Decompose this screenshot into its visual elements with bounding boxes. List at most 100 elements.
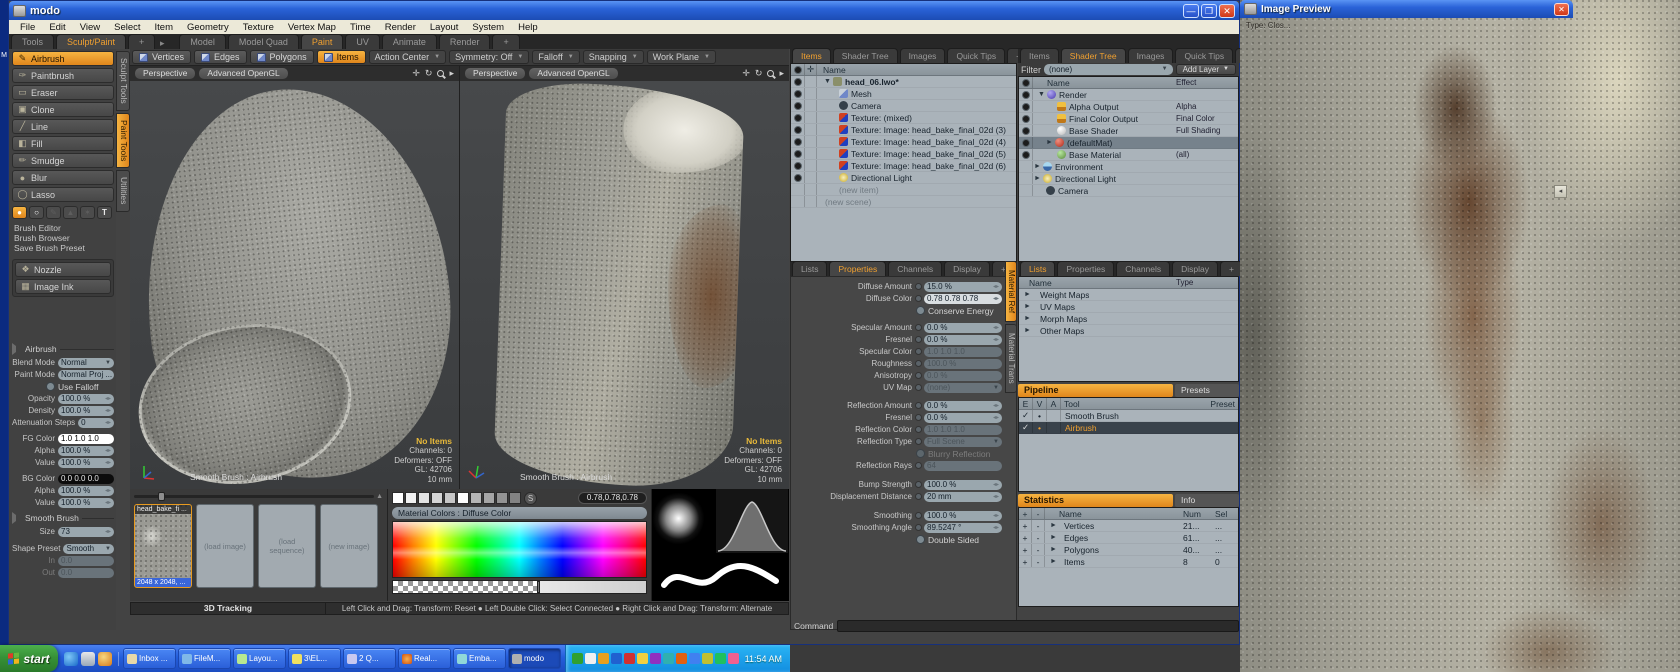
tab-utilities[interactable]: Utilities [116,170,130,211]
disclosure-right-icon[interactable]: ► [1033,163,1042,170]
pan-icon[interactable]: ✛ [742,68,750,79]
spinner-icon[interactable]: ◂▸ [105,446,111,456]
tab-overflow-arrow-icon[interactable]: ▸ [155,38,169,49]
gray-swatch[interactable] [444,492,456,504]
brush-shape-circle[interactable]: ○ [29,206,44,219]
menu-help[interactable]: Help [511,22,545,33]
disclosure-right-icon[interactable]: ► [1023,303,1032,310]
gray-swatch[interactable] [392,492,404,504]
zoom-icon[interactable] [767,70,774,77]
taskbar-button-layout[interactable]: Layou... [233,648,286,669]
blurry-reflection-checkbox[interactable] [916,449,925,458]
command-input[interactable] [837,620,1239,632]
taskbar-button-explorer[interactable]: 3\EL... [288,648,341,669]
shape-out-field[interactable]: 0.0 [58,568,114,578]
channel-icon[interactable] [915,438,922,445]
spinner-icon[interactable]: ◂▸ [993,401,999,411]
attenuation-field[interactable]: 0◂▸ [78,418,114,428]
expand-plus-button[interactable]: + [1019,520,1032,531]
snapping-dropdown[interactable]: Snapping▼ [583,50,644,64]
tool-blur[interactable]: ●Blur [12,170,114,185]
menu-edit[interactable]: Edit [42,22,72,33]
spinner-icon[interactable]: ◂▸ [105,458,111,468]
tray-icon[interactable] [611,653,622,664]
list-row-morph-maps[interactable]: ►Morph Maps [1019,313,1238,325]
slider-handle[interactable] [158,492,165,501]
tool-eraser[interactable]: ▭Eraser [12,85,114,100]
value-strip[interactable] [392,580,647,594]
internet-explorer-icon[interactable] [64,652,78,666]
gray-swatch[interactable] [418,492,430,504]
fg-alpha-field[interactable]: 100.0 %◂▸ [58,446,114,456]
disclosure-down-icon[interactable]: ▼ [823,78,832,85]
channel-icon[interactable] [915,336,922,343]
disclosure-right-icon[interactable]: ► [1023,315,1032,322]
enable-check-icon[interactable]: ✓ [1019,410,1033,421]
tab-quick-tips[interactable]: Quick Tips [947,48,1005,63]
tool-nozzle[interactable]: ❖Nozzle [15,262,111,277]
info-button[interactable]: Info [1175,494,1239,507]
presets-button[interactable]: Presets [1175,384,1239,397]
item-row-scene[interactable]: ▼head_06.lwo* [791,76,1016,88]
tab-uv[interactable]: UV [345,34,380,49]
tab-channels[interactable]: Channels [888,261,942,276]
tab-paint-tools[interactable]: Paint Tools [116,113,130,168]
shader-row-render[interactable]: ▼Render [1019,89,1238,101]
reflection-fresnel-field[interactable]: 0.0 %◂▸ [924,413,1002,423]
channel-icon[interactable] [915,462,922,469]
value-strip-handle[interactable] [537,581,540,593]
taskbar-clock[interactable]: 11:54 AM [745,654,782,664]
list-row-uv-maps[interactable]: ►UV Maps [1019,301,1238,313]
shading-mode-button[interactable]: Advanced OpenGL [529,68,617,79]
specular-color-field[interactable]: 1.0 1.0 1.0 [924,347,1002,357]
tab-display[interactable]: Display [944,261,990,276]
tray-icon[interactable] [676,653,687,664]
shader-row-alpha-output[interactable]: Alpha OutputAlpha [1019,101,1238,113]
gray-swatch[interactable] [431,492,443,504]
opacity-field[interactable]: 100.0 %◂▸ [58,394,114,404]
perspective-button[interactable]: Perspective [465,68,525,79]
brush-browser-link[interactable]: Brush Browser [12,233,114,243]
shader-row-base-material[interactable]: Base Material(all) [1019,149,1238,161]
specular-amount-field[interactable]: 0.0 %◂▸ [924,323,1002,333]
tool-image-ink[interactable]: ▦Image Ink [15,279,111,294]
bump-strength-field[interactable]: 100.0 %◂▸ [924,480,1002,490]
menu-vertex-map[interactable]: Vertex Map [281,22,343,33]
tray-icon[interactable] [689,653,700,664]
uv-map-select[interactable]: (none)▼ [924,383,1002,393]
saturation-button[interactable]: S [524,492,537,505]
channel-icon[interactable] [915,348,922,355]
brush-shape-text[interactable]: T [97,206,112,219]
spinner-icon[interactable]: ◂▸ [105,418,111,428]
disclosure-right-icon[interactable]: ► [1023,291,1032,298]
reflection-amount-field[interactable]: 0.0 %◂▸ [924,401,1002,411]
shader-row-environment[interactable]: ►Environment [1019,161,1238,173]
collapse-minus-button[interactable]: - [1032,544,1045,555]
visibility-toggle[interactable] [1019,137,1033,148]
menu-texture[interactable]: Texture [236,22,281,33]
channel-icon[interactable] [915,414,922,421]
modo-titlebar[interactable]: modo — ❐ ✕ [9,1,1239,20]
tab-lists[interactable]: Lists [792,261,827,276]
tool-line[interactable]: ╱Line [12,119,114,134]
spinner-icon[interactable]: ◂▸ [105,486,111,496]
brush-shape-polygon[interactable]: ▲ [63,206,78,219]
visibility-toggle[interactable] [791,148,805,159]
bg-value-field[interactable]: 100.0 %◂▸ [58,498,114,508]
add-layer-button[interactable]: Add Layer▼ [1176,64,1236,75]
preview-titlebar[interactable]: Image Preview ✕ [1240,0,1573,18]
channel-icon[interactable] [915,426,922,433]
tool-paintbrush[interactable]: ✑Paintbrush [12,68,114,83]
channel-icon[interactable] [915,324,922,331]
shader-row-directional-light[interactable]: ►Directional Light [1019,173,1238,185]
viewport-canvas[interactable]: Smooth Brush : Airbrush No Items Channel… [130,81,459,489]
channel-icon[interactable] [915,402,922,409]
tray-icon[interactable] [715,653,726,664]
thumbnail-size-slider[interactable]: ▲ [134,491,383,501]
roughness-field[interactable]: 100.0 % [924,359,1002,369]
tab-channels[interactable]: Channels [1116,261,1170,276]
shape-preset-select[interactable]: Smooth▼ [63,544,114,554]
close-button[interactable]: ✕ [1219,4,1235,18]
visibility-toggle[interactable] [791,112,805,123]
shading-mode-button[interactable]: Advanced OpenGL [199,68,287,79]
